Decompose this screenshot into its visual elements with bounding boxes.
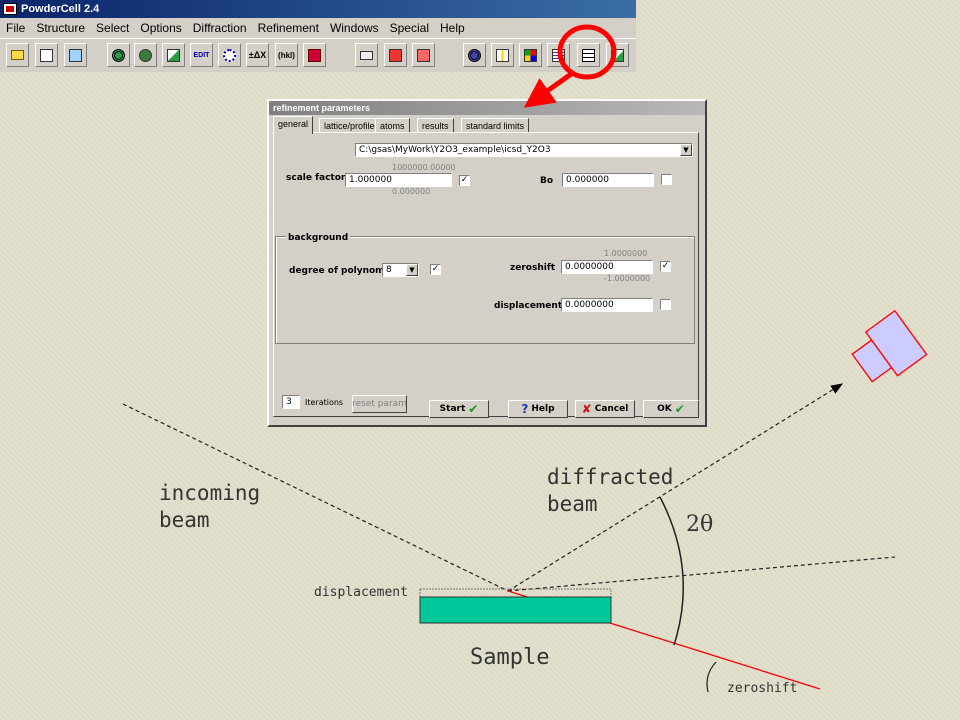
incoming-beam-text: incoming beam: [159, 481, 261, 532]
sample-label: Sample: [470, 645, 550, 670]
displacement-diagram-label: displacement: [314, 585, 408, 600]
incoming-beam-label: incoming beam: [159, 480, 260, 534]
diffracted-beam-text: diffracted beam: [547, 465, 674, 516]
zeroshift-diagram-label: zeroshift: [727, 681, 798, 696]
sample-rect: [419, 596, 612, 624]
two-theta-label: 2θ: [686, 512, 714, 537]
highlight-circle: [557, 24, 617, 80]
zeroshift-arc: [706, 661, 717, 693]
two-theta-arc: [659, 496, 685, 646]
reference-dashed-line: [507, 556, 896, 592]
detector-icon: [851, 309, 928, 383]
tab-general[interactable]: general: [273, 116, 314, 134]
highlight-arrow: [523, 69, 576, 108]
diffracted-beam-label: diffracted beam: [547, 464, 673, 518]
diffraction-geometry-diagram: [122, 24, 928, 693]
